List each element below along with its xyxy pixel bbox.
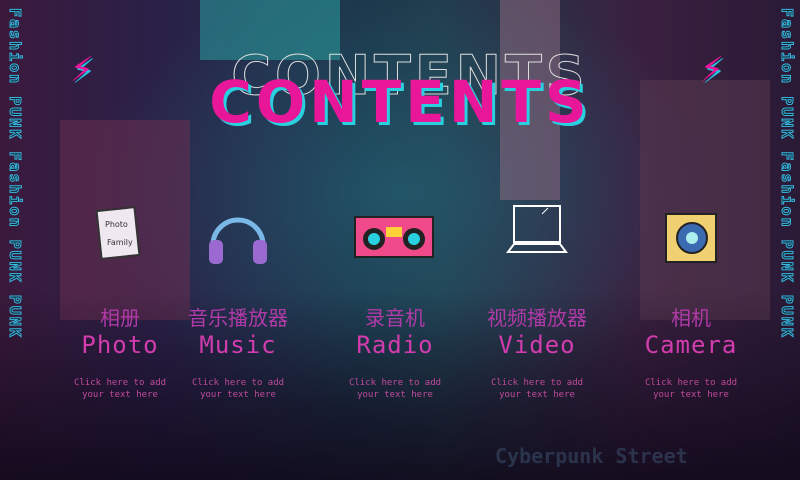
svg-text:Family: Family [107,238,133,247]
item-title-cn: 音乐播放器 [188,306,288,330]
item-hint[interactable]: Click here to add your text here [616,377,766,401]
camera-icon [616,180,766,290]
item-radio[interactable]: 录音机 Radio Click here to add your text her… [320,180,470,401]
item-music[interactable]: 音乐播放器 Music Click here to add your text h… [163,180,313,401]
street-sign: Cyberpunk Street [495,444,688,468]
item-video[interactable]: 视频播放器 Video Click here to add your text h… [462,180,612,401]
item-title-en: Camera [644,331,738,359]
laptop-icon [462,180,612,290]
item-title-cn: 录音机 [365,306,425,330]
headphones-icon [163,180,313,290]
item-title-en: Music [199,331,277,359]
item-title-en: Video [498,331,576,359]
svg-text:Photo: Photo [105,220,128,229]
item-title-cn: 相机 [671,306,711,330]
slide: Fashion PUNK Fashion PUNK PUNK Fashion P… [0,0,800,480]
item-hint[interactable]: Click here to add your text here [163,377,313,401]
item-camera[interactable]: 相机 Camera Click here to add your text her… [616,180,766,401]
item-title-en: Radio [356,331,434,359]
item-hint[interactable]: Click here to add your text here [320,377,470,401]
item-title-cn: 视频播放器 [487,306,587,330]
item-hint[interactable]: Click here to add your text here [462,377,612,401]
boombox-icon [320,180,470,290]
page-title: CONTENTS [209,68,591,136]
